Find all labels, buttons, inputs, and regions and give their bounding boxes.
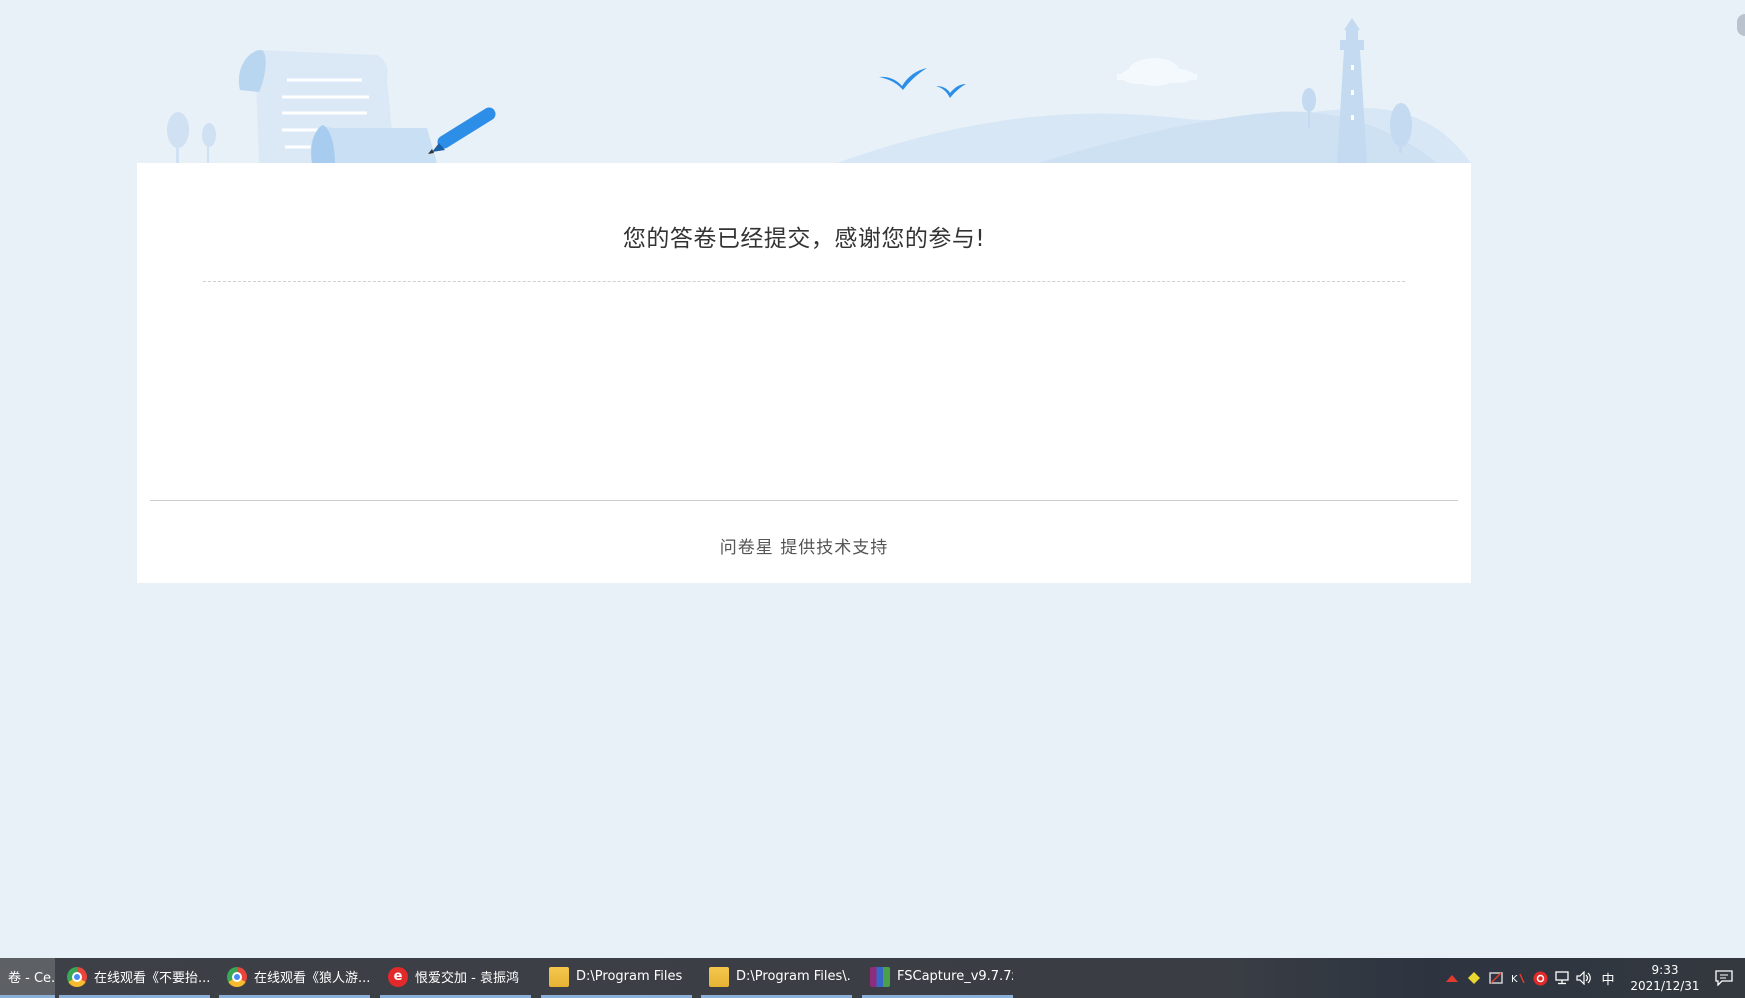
taskbar-item-label: 恨爱交加 - 袁振鸿 [415,971,519,986]
input-method-icon[interactable]: K [1509,969,1527,987]
notification-center-icon[interactable] [1713,967,1735,989]
taskbar-item-folder-1[interactable]: D:\Program Files [541,958,692,998]
side-scroll-handle[interactable] [1737,14,1745,36]
volume-icon[interactable] [1575,969,1593,987]
taskbar-item-netease-music[interactable]: e 恨爱交加 - 袁振鸿 [380,958,531,998]
taskbar-item-label: FSCapture_v9.7.7z [897,969,1013,984]
security-shield-icon[interactable] [1465,969,1483,987]
folder-icon [549,966,569,987]
wjx-brand-link[interactable]: 问卷星 [720,538,774,558]
taskbar-item-label: D:\Program Files\... [736,969,852,984]
windows-taskbar: 卷 - Ce... 在线观看《不要抬... 在线观看《狼人游... e 恨爱交加… [0,958,1745,998]
completion-card: 您的答卷已经提交，感谢您的参与! 问卷星 提供技术支持 [137,163,1471,583]
taskbar-item-fscapture-archive[interactable]: FSCapture_v9.7.7z [862,958,1013,998]
lighthouse-icon [1337,18,1367,163]
taskbar-item-label: 卷 - Ce... [8,971,55,986]
taskbar-item-survey-browser[interactable]: 卷 - Ce... [0,958,55,998]
cloud-icon [1117,58,1197,86]
pen-icon [428,107,496,154]
netease-music-icon: e [388,966,408,987]
system-tray: K 中 9:33 2021/12/31 [1441,958,1745,998]
winrar-archive-icon [870,966,890,987]
title-divider [203,281,1405,282]
nvidia-icon[interactable] [1487,969,1505,987]
tech-support-footer: 问卷星 提供技术支持 [137,533,1471,558]
chrome-icon [67,966,87,987]
bird-icon [879,68,966,98]
taskbar-item-label: D:\Program Files [576,969,683,984]
chrome-icon [227,966,247,987]
ime-language-indicator[interactable]: 中 [1597,969,1619,988]
footer-divider [150,500,1458,501]
taskbar-item-chrome-2[interactable]: 在线观看《狼人游... [219,958,370,998]
show-hidden-icons-chevron-icon[interactable] [1443,969,1461,987]
taskbar-item-chrome-1[interactable]: 在线观看《不要抬... [59,958,210,998]
netease-music-tray-icon[interactable] [1531,969,1549,987]
tree-left-icon [167,112,216,163]
network-icon[interactable] [1553,969,1571,987]
clock-date: 2021/12/31 [1630,979,1700,993]
system-clock[interactable]: 9:33 2021/12/31 [1625,962,1705,994]
tech-support-text: 提供技术支持 [780,538,889,558]
taskbar-item-label: 在线观看《狼人游... [254,971,370,986]
clock-time: 9:33 [1651,963,1679,977]
svg-text:K: K [1511,974,1518,985]
taskbar-item-label: 在线观看《不要抬... [94,971,210,986]
taskbar-item-folder-2[interactable]: D:\Program Files\... [701,958,852,998]
document-scroll-icon [238,50,437,163]
folder-icon [709,966,729,987]
header-illustration [167,18,1471,163]
submission-success-title: 您的答卷已经提交，感谢您的参与! [622,226,986,252]
